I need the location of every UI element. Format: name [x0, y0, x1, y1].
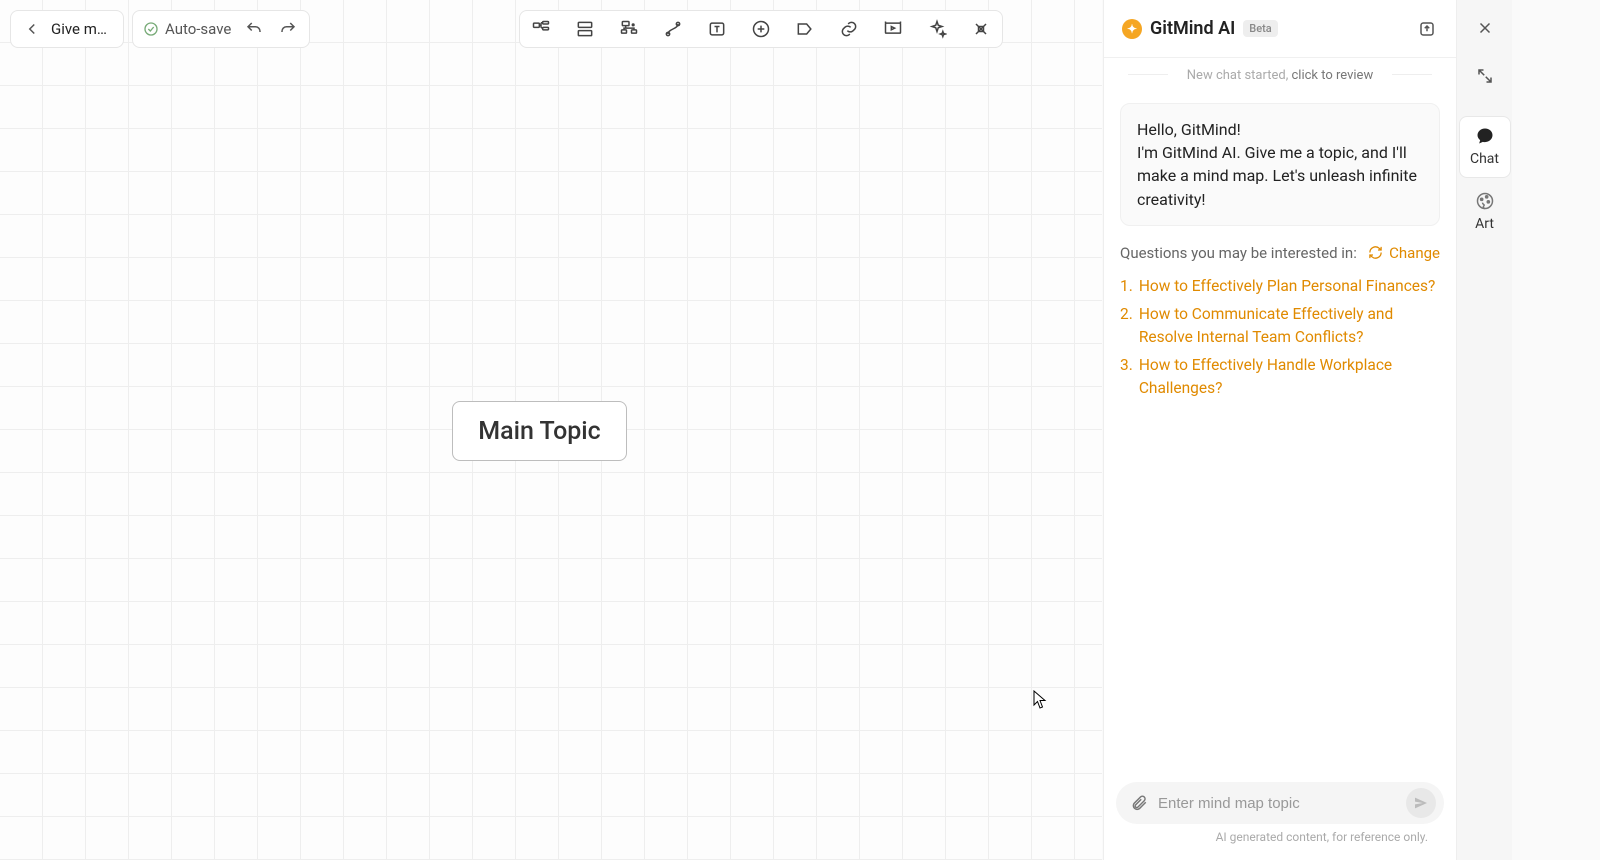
- add-sibling-button[interactable]: [574, 18, 596, 40]
- beta-badge: Beta: [1243, 20, 1277, 37]
- relation-button[interactable]: [662, 18, 684, 40]
- new-chat-divider: New chat started, click to review: [1104, 58, 1456, 89]
- ai-greeting-text: Hello, GitMind! I'm GitMind AI. Give me …: [1137, 120, 1417, 209]
- tools-button[interactable]: [970, 18, 992, 40]
- brand-name: GitMind AI: [1150, 18, 1235, 39]
- suggestion-text: How to Effectively Handle Workplace Chal…: [1139, 354, 1440, 399]
- chat-icon: [1474, 125, 1496, 147]
- art-icon: [1474, 190, 1496, 212]
- tag-button[interactable]: [794, 18, 816, 40]
- suggestion-item[interactable]: 2. How to Communicate Effectively and Re…: [1120, 300, 1440, 351]
- toolbar: [519, 10, 1003, 48]
- share-button[interactable]: [1416, 18, 1438, 40]
- send-button[interactable]: [1406, 788, 1436, 818]
- suggestions-header: Questions you may be interested in: Chan…: [1104, 226, 1456, 266]
- main-topic-label: Main Topic: [478, 417, 600, 446]
- history-pill: Auto-save: [132, 10, 310, 48]
- attach-button[interactable]: [1130, 794, 1148, 812]
- change-suggestions-button[interactable]: Change: [1368, 244, 1440, 262]
- redo-button[interactable]: [277, 18, 299, 40]
- ai-sparkle-button[interactable]: [926, 18, 948, 40]
- suggestion-text: How to Effectively Plan Personal Finance…: [1139, 275, 1436, 297]
- link-button[interactable]: [838, 18, 860, 40]
- document-title[interactable]: Give me a list of 5 countries: [51, 20, 113, 38]
- add-node-button[interactable]: [750, 18, 772, 40]
- cursor-icon: [1033, 690, 1047, 710]
- close-button[interactable]: [1463, 6, 1507, 50]
- mindmap-canvas[interactable]: Give me a list of 5 countries Auto-save: [0, 0, 1102, 860]
- expand-button[interactable]: [1463, 54, 1507, 98]
- suggestions-title: Questions you may be interested in:: [1120, 244, 1357, 262]
- chat-input-area: AI generated content, for reference only…: [1104, 772, 1456, 860]
- present-button[interactable]: [882, 18, 904, 40]
- main-topic-node[interactable]: Main Topic: [452, 401, 627, 461]
- suggestion-number: 2.: [1120, 303, 1133, 348]
- ai-disclaimer: AI generated content, for reference only…: [1116, 824, 1444, 854]
- art-tab[interactable]: Art: [1459, 182, 1511, 242]
- add-subtopic-button[interactable]: [530, 18, 552, 40]
- undo-button[interactable]: [243, 18, 265, 40]
- text-button[interactable]: [706, 18, 728, 40]
- art-tab-label: Art: [1475, 216, 1494, 232]
- ai-greeting-bubble: Hello, GitMind! I'm GitMind AI. Give me …: [1120, 103, 1440, 226]
- top-left-controls: Give me a list of 5 countries Auto-save: [10, 10, 310, 48]
- suggestion-item[interactable]: 1. How to Effectively Plan Personal Fina…: [1120, 272, 1440, 300]
- autosave-label: Auto-save: [165, 20, 231, 38]
- chat-header: ✦ GitMind AI Beta: [1104, 0, 1456, 58]
- title-pill: Give me a list of 5 countries: [10, 10, 124, 48]
- review-link[interactable]: click to review: [1291, 68, 1373, 83]
- topic-input[interactable]: [1158, 795, 1396, 812]
- brand-logo-icon: ✦: [1122, 19, 1142, 39]
- suggestion-number: 1.: [1120, 275, 1133, 297]
- chat-tab-label: Chat: [1470, 151, 1499, 167]
- autosave-status: Auto-save: [143, 20, 231, 38]
- chat-tab[interactable]: Chat: [1459, 116, 1511, 178]
- new-chat-prefix: New chat started,: [1187, 68, 1292, 83]
- layout-button[interactable]: [618, 18, 640, 40]
- suggestion-item[interactable]: 3. How to Effectively Handle Workplace C…: [1120, 351, 1440, 402]
- right-rail: Chat Art: [1456, 0, 1512, 860]
- chat-input: [1116, 782, 1444, 824]
- suggestion-text: How to Communicate Effectively and Resol…: [1139, 303, 1440, 348]
- back-icon[interactable]: [21, 18, 43, 40]
- suggestion-number: 3.: [1120, 354, 1133, 399]
- suggestions-list: 1. How to Effectively Plan Personal Fina…: [1104, 266, 1456, 402]
- chat-panel: ✦ GitMind AI Beta New chat started, clic…: [1103, 0, 1456, 860]
- change-label: Change: [1389, 244, 1440, 262]
